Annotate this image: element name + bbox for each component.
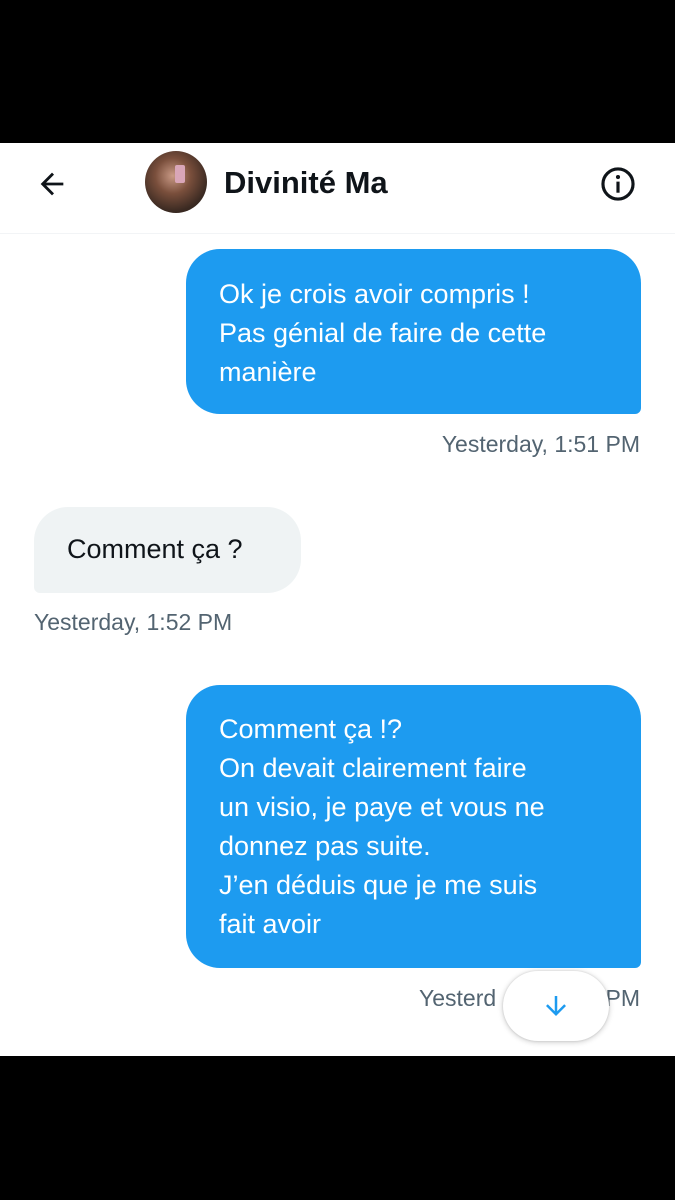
conversation-header: Divinité Ma bbox=[0, 143, 675, 234]
message-bubble-sent[interactable]: Ok je crois avoir compris ! Pas génial d… bbox=[186, 249, 641, 414]
message-line: Ok je crois avoir compris ! bbox=[219, 279, 530, 309]
message-line: Comment ça ? bbox=[67, 534, 243, 564]
arrow-down-icon bbox=[546, 996, 566, 1016]
message-line: donnez pas suite. bbox=[219, 831, 431, 861]
message-timestamp-partial: Yesterd bbox=[419, 985, 497, 1011]
message-timestamp-partial: PM bbox=[605, 985, 641, 1011]
message-line: J’en déduis que je me suis bbox=[219, 870, 538, 900]
message-line: un visio, je paye et vous ne bbox=[219, 792, 545, 822]
bottom-letterbox bbox=[0, 1056, 675, 1200]
message-line: On devait clairement faire bbox=[219, 753, 527, 783]
avatar[interactable] bbox=[145, 151, 207, 213]
dm-conversation-screen: Divinité Ma Ok je crois avoir compris ! … bbox=[0, 143, 675, 1056]
avatar-detail bbox=[175, 165, 185, 183]
message-line: manière bbox=[219, 357, 317, 387]
message-line: Comment ça !? bbox=[219, 714, 403, 744]
back-button[interactable] bbox=[30, 162, 74, 206]
scroll-to-bottom-button[interactable] bbox=[503, 971, 609, 1041]
contact-name[interactable]: Divinité Ma bbox=[224, 163, 388, 203]
message-line: Pas génial de faire de cette bbox=[219, 318, 547, 348]
arrow-left-icon bbox=[40, 172, 64, 196]
message-timestamp: Yesterday, 1:51 PM bbox=[441, 431, 640, 457]
message-timestamp: Yesterday, 1:52 PM bbox=[34, 609, 233, 635]
info-button[interactable] bbox=[596, 162, 640, 206]
message-bubble-received[interactable]: Comment ça ? bbox=[34, 507, 301, 593]
top-letterbox bbox=[0, 0, 675, 143]
message-line: fait avoir bbox=[219, 909, 322, 939]
message-bubble-sent[interactable]: Comment ça !? On devait clairement faire… bbox=[186, 685, 641, 968]
info-icon bbox=[601, 167, 635, 201]
